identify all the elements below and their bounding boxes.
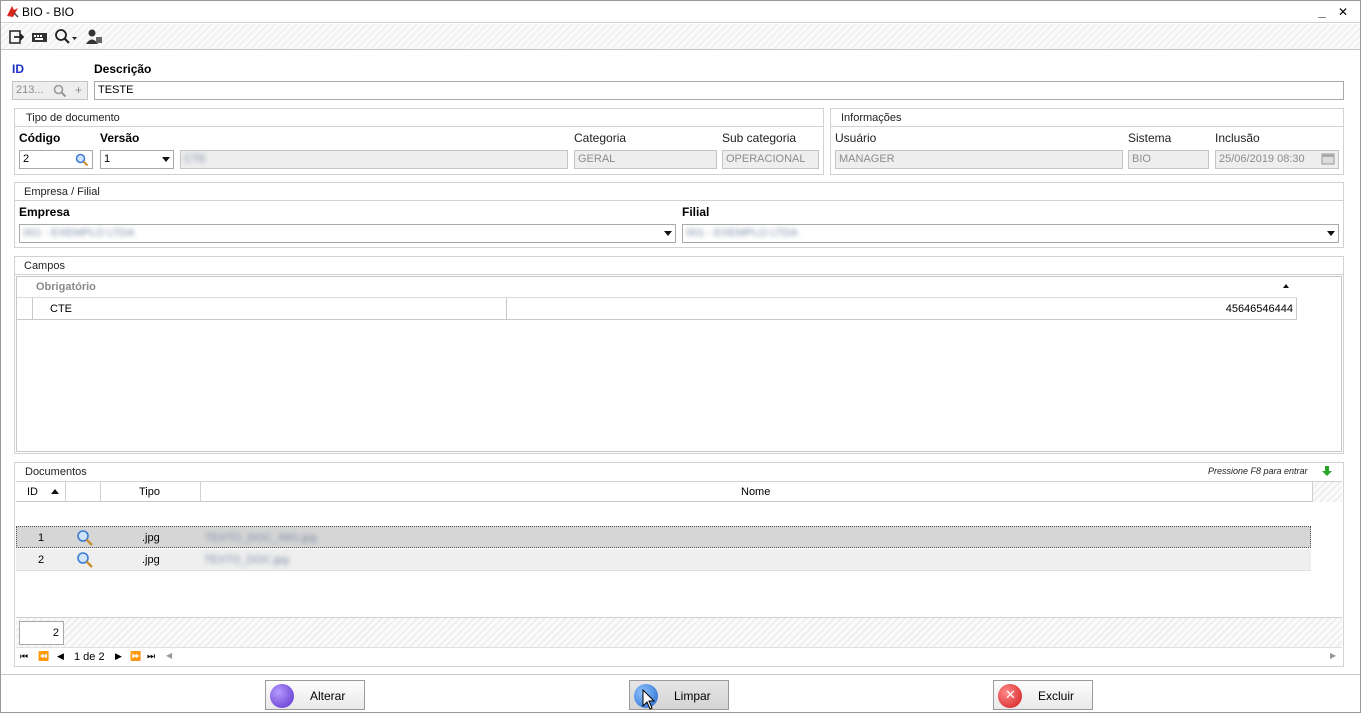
categoria-field: GERAL	[574, 150, 717, 169]
tipo-documento-nome-value: CTE	[184, 153, 206, 165]
empresa-dropdown-icon[interactable]	[664, 231, 672, 236]
green-down-arrow-icon[interactable]	[1321, 465, 1333, 477]
documentos-count: 2	[19, 621, 64, 645]
row-tipo: .jpg	[142, 554, 160, 566]
table-row[interactable]: 1 .jpg TEXTO_DOC_IMG.jpg	[16, 526, 1311, 548]
main-window: BIO - BIO _ ✕ ID Descrição 213... + TEST…	[0, 0, 1361, 713]
minimize-button[interactable]: _	[1312, 3, 1332, 21]
inclusao-label: Inclusão	[1215, 131, 1260, 145]
search-dropdown-icon[interactable]	[54, 28, 78, 46]
documentos-grid-header: ID Tipo Nome	[16, 481, 1342, 502]
sistema-label: Sistema	[1128, 131, 1172, 145]
id-label: ID	[12, 62, 24, 76]
alterar-label: Alterar	[310, 689, 346, 703]
view-document-icon[interactable]	[76, 529, 94, 547]
empresa-label: Empresa	[19, 205, 70, 219]
delete-icon: ✕	[998, 684, 1022, 708]
row-tipo: .jpg	[142, 532, 160, 544]
subcategoria-field: OPERACIONAL	[722, 150, 819, 169]
description-label: Descrição	[94, 62, 152, 76]
app-logo-icon	[7, 6, 19, 18]
next-page-group-icon[interactable]: ⏩	[130, 651, 141, 662]
scroll-right-icon[interactable]: ▶	[1330, 651, 1336, 660]
pager-text: 1 de 2	[74, 651, 105, 663]
campos-row[interactable]: CTE 45646546444	[17, 298, 1297, 320]
campo-name: CTE	[50, 303, 72, 315]
row-id: 1	[38, 532, 45, 544]
prev-page-group-icon[interactable]: ⏪	[38, 651, 49, 662]
view-document-icon[interactable]	[76, 551, 94, 569]
collapse-icon[interactable]	[1283, 284, 1289, 288]
row-nome: TEXTO_DOC_IMG.jpg	[205, 532, 317, 544]
filial-label: Filial	[682, 205, 710, 219]
categoria-label: Categoria	[574, 131, 627, 145]
col-tipo-header[interactable]: Tipo	[139, 486, 160, 498]
description-input[interactable]: TESTE	[94, 81, 1344, 100]
campos-title: Campos	[24, 260, 65, 272]
inclusao-value: 25/06/2019 08:30	[1219, 153, 1305, 165]
prev-page-icon[interactable]: ◀	[57, 651, 64, 662]
usuario-label: Usuário	[835, 131, 877, 145]
campos-group-row[interactable]: Obrigatório	[17, 277, 1297, 298]
col-id-header[interactable]: ID	[27, 486, 38, 498]
excluir-button[interactable]: ✕ Excluir	[993, 680, 1093, 710]
table-row[interactable]: 2 .jpg TEXTO_DOC.jpg	[16, 549, 1311, 571]
calendar-icon	[1321, 153, 1335, 165]
campo-value[interactable]: 45646546444	[1226, 303, 1293, 315]
scroll-left-icon[interactable]: ◀	[166, 651, 172, 660]
empresa-select[interactable]: 001 - EXEMPLO LTDA	[19, 224, 676, 243]
close-button[interactable]: ✕	[1333, 3, 1353, 21]
title-bar: BIO - BIO _ ✕	[1, 1, 1360, 23]
filial-value: 001 - EXEMPLO LTDA	[686, 227, 798, 239]
exit-icon[interactable]	[7, 28, 25, 46]
id-search-icon[interactable]	[53, 84, 67, 98]
documentos-footer	[16, 617, 1342, 647]
pager-bar: ⏮ ⏪ ◀ 1 de 2 ▶ ⏩ ⏭ ◀ ▶	[16, 647, 1342, 666]
limpar-label: Limpar	[674, 689, 711, 703]
alterar-button[interactable]: Alterar	[265, 680, 365, 710]
codigo-search-icon[interactable]	[75, 153, 89, 167]
documentos-title: Documentos	[25, 466, 87, 478]
row-nome: TEXTO_DOC.jpg	[204, 554, 289, 566]
versao-label: Versão	[100, 131, 140, 145]
id-value: 213...	[16, 84, 44, 96]
user-icon[interactable]	[85, 28, 103, 46]
col-nome-header[interactable]: Nome	[741, 486, 770, 498]
codigo-label: Código	[19, 131, 61, 145]
versao-value: 1	[104, 153, 111, 165]
sort-asc-icon[interactable]	[51, 489, 59, 494]
versao-dropdown-icon[interactable]	[162, 157, 170, 162]
id-add-icon[interactable]: +	[75, 83, 82, 97]
informacoes-title: Informações	[841, 112, 902, 124]
empresa-filial-title: Empresa / Filial	[24, 186, 100, 198]
last-page-icon[interactable]: ⏭	[147, 651, 155, 662]
tipo-documento-nome: CTE	[180, 150, 568, 169]
toolbar	[1, 24, 1360, 50]
f8-hint: Pressione F8 para entrar	[1208, 466, 1308, 476]
keyboard-icon[interactable]	[31, 28, 49, 46]
excluir-label: Excluir	[1038, 689, 1075, 703]
filial-select[interactable]: 001 - EXEMPLO LTDA	[682, 224, 1339, 243]
mouse-cursor-icon	[642, 689, 656, 710]
window-title: BIO - BIO	[22, 5, 75, 19]
subcategoria-label: Sub categoria	[722, 131, 797, 145]
edit-icon	[270, 684, 294, 708]
empresa-value: 001 - EXEMPLO LTDA	[23, 227, 135, 239]
tipo-documento-title: Tipo de documento	[26, 112, 120, 124]
filial-dropdown-icon[interactable]	[1327, 231, 1335, 236]
sistema-field: BIO	[1128, 150, 1209, 169]
first-page-icon[interactable]: ⏮	[20, 651, 28, 662]
usuario-field: MANAGER	[835, 150, 1123, 169]
next-page-icon[interactable]: ▶	[115, 651, 122, 662]
row-id: 2	[38, 554, 45, 566]
obrigatorio-group-header: Obrigatório	[36, 281, 96, 293]
